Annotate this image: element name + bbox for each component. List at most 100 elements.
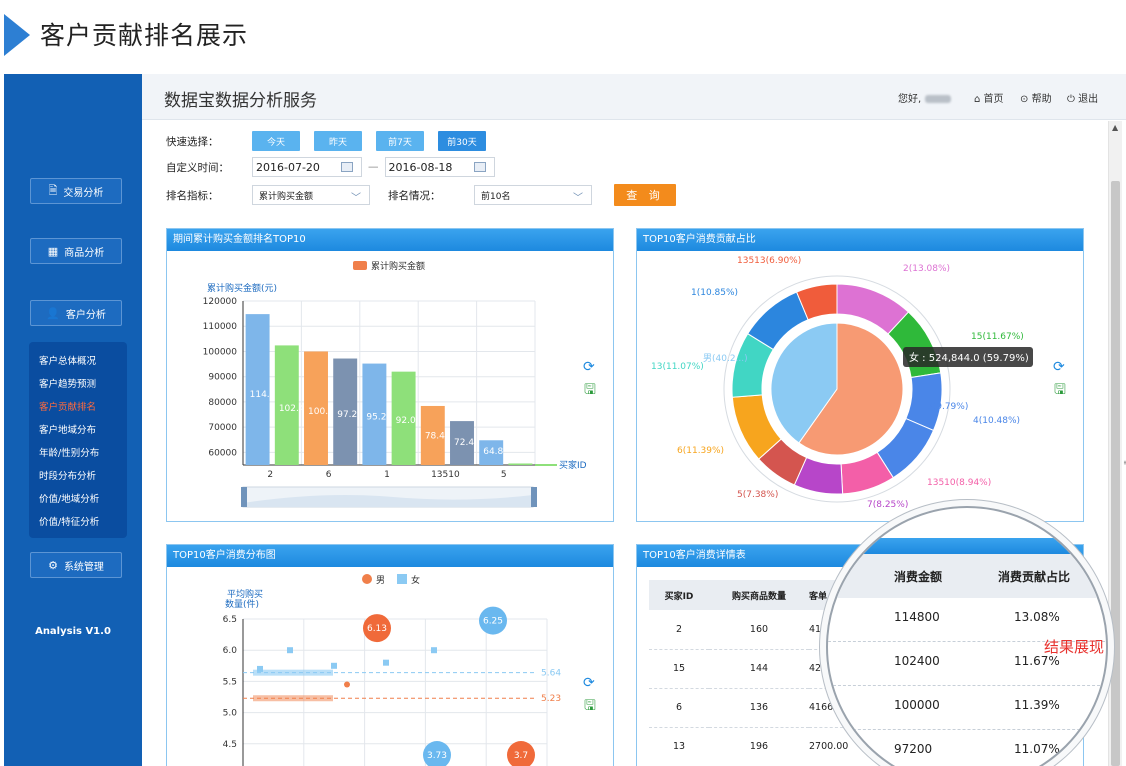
y-tick-label: 120000 [203,297,238,307]
quick-yesterday-button[interactable]: 昨天 [314,131,362,151]
legend-label: 累计购买金额 [371,260,425,272]
nav-help[interactable]: ⊙ 帮助 [1020,90,1052,105]
sidebar-btn-label: 交易分析 [63,187,104,199]
submenu-item[interactable]: 客户趋势预测 [39,373,127,396]
panel-title: 期间累计购买金额排名TOP10 [167,229,613,251]
submenu-item[interactable]: 客户总体概况 [39,350,127,373]
quick-today-button[interactable]: 今天 [252,131,300,151]
table-cell: 6 [649,688,709,728]
quick-7days-button[interactable]: 前7天 [376,131,424,151]
markline-label: 5.64 [541,669,561,679]
y-tick-label: 90000 [208,373,237,383]
magnifier-header-amount: 消费金额 [894,570,943,584]
table-cell: 13 [649,727,709,766]
submenu-item[interactable]: 时段分布分析 [39,465,127,488]
magnifier-cell: 102400 [894,654,940,668]
sidebar-btn-customer-analysis[interactable]: 👤 客户分析 [30,300,122,326]
bar-value-label: 92.0 [396,416,416,426]
donut-chart: 2(13.08%) 15(11.67%) 3(9.79%) 4(10.48%) 1351… [651,256,1033,510]
bar-value-label: 100.0 [308,407,334,417]
table-header[interactable]: 买家ID [649,580,709,610]
table-header[interactable]: 购买商品数量 [709,580,809,610]
scroll-up-icon[interactable]: ▲ [1112,123,1118,132]
sidebar-btn-trade-analysis[interactable]: 🗎 交易分析 [30,178,122,204]
bar-value-label: 78.4 [425,431,445,441]
save-icon[interactable]: 🖫 [584,695,596,719]
pin-label: 6.13 [367,624,387,634]
sidebar: 🗎 交易分析 ▦ 商品分析 👤 客户分析 客户总体概况 客户趋势预测 客户贡献排… [4,74,142,766]
query-button[interactable]: 查 询 [614,184,676,206]
bar-value-label: 64.8 [483,447,503,457]
quick-30days-button[interactable]: 前30天 [438,131,486,151]
slice-label: 4(10.48%) [973,416,1020,426]
scatter-point [431,647,437,654]
slice-label: 男(40.2...) [703,353,748,364]
submenu-item[interactable]: 年龄/性别分布 [39,442,127,465]
nav-home[interactable]: ⌂ 首页 [974,90,1004,105]
submenu-item-active[interactable]: 客户贡献排名 [39,396,127,419]
slice-label: 1(10.85%) [691,288,738,298]
markline-label: 5.23 [541,694,561,704]
zoom-handle-right [531,487,537,507]
legend-label: 男 [376,575,385,586]
legend-marker-female [397,574,407,584]
version-label: Analysis V1.0 [35,626,111,637]
submenu-item[interactable]: 客户地域分布 [39,419,127,442]
slice-label: 5(7.38%) [737,490,778,500]
legend-marker-male [362,574,372,584]
magnifier-cell: 13.08% [1014,610,1060,624]
y-tick-label: 80000 [208,398,237,408]
submenu-item[interactable]: 价值/地域分析 [39,488,127,511]
user-icon: 👤 [46,306,60,320]
table-cell: 15 [649,649,709,689]
y-tick-label: 6.5 [223,615,237,625]
slice-label: 2(13.08%) [903,264,950,274]
y-tick-label: 5.0 [223,709,238,719]
x-axis-label: 买家ID [559,459,587,471]
sidebar-btn-label: 系统管理 [63,561,104,573]
sidebar-btn-product-analysis[interactable]: ▦ 商品分析 [30,238,122,264]
rank-select[interactable]: 前10名 ﹀ [474,185,592,205]
table-cell: 144 [709,649,809,689]
magnifier-row: 97200 11.07% [828,730,1106,766]
help-icon: ⊙ [1020,94,1029,105]
refresh-icon[interactable]: ⟳ [1053,359,1065,375]
save-icon[interactable]: 🖫 [1054,379,1066,403]
sidebar-btn-system-management[interactable]: ⚙ 系统管理 [30,552,122,578]
slice-label: 13513(6.90%) [737,256,801,266]
nav-logout-label: 退出 [1078,94,1099,105]
x-tick-label: 5 [501,470,507,480]
vertical-scrollbar[interactable]: ▲ [1108,121,1122,766]
legend-label: 女 [411,574,420,586]
scatter-chart: 男女平均购买数量(件)6.56.05.55.04.54.05.645.236.1… [223,574,561,766]
date-to-value: 2016-08-18 [388,160,453,174]
refresh-icon[interactable]: ⟳ [583,359,595,375]
magnifier-header: 消费金额 消费贡献占比 [828,554,1106,598]
nav-logout[interactable]: ⏻ 退出 [1067,90,1098,105]
blurred-username [925,95,952,103]
refresh-icon[interactable]: ⟳ [583,675,595,691]
magnifier-cell: 100000 [894,698,940,712]
power-icon: ⏻ [1067,94,1075,105]
submenu-item[interactable]: 价值/特征分析 [39,511,127,534]
y-axis-label: 平均购买 [227,588,263,600]
zoom-handle-left [241,487,247,507]
rank-label: 排名情况： [388,189,441,202]
sidebar-btn-label: 客户分析 [65,309,106,321]
metric-select[interactable]: 累计购买金额 ﹀ [252,185,370,205]
date-to-input[interactable]: 2016-08-18 [384,157,495,177]
scrollbar-thumb[interactable] [1111,181,1120,766]
calendar-icon[interactable] [341,162,353,172]
metric-select-value: 累计购买金额 [259,191,314,202]
slice-label: 3(9.79%) [927,402,968,412]
sidebar-btn-label: 商品分析 [64,247,105,259]
slice-label: 7(8.25%) [867,500,908,510]
chevron-down-icon: ﹀ [573,193,583,204]
calendar-icon[interactable] [473,162,486,172]
save-icon[interactable]: 🖫 [584,379,596,403]
quick-select-row: 快速选择： 今天 昨天 前7天 前30天 [166,131,500,151]
date-from-input[interactable]: 2016-07-20 [252,157,362,177]
y-axis-label: 数量(件) [225,598,259,610]
magnifier-cell: 114800 [894,610,940,624]
screenshot-root: 客户贡献排名展示 🗎 交易分析 ▦ 商品分析 👤 客户分析 客户总体概况 客户趋… [0,0,1126,766]
